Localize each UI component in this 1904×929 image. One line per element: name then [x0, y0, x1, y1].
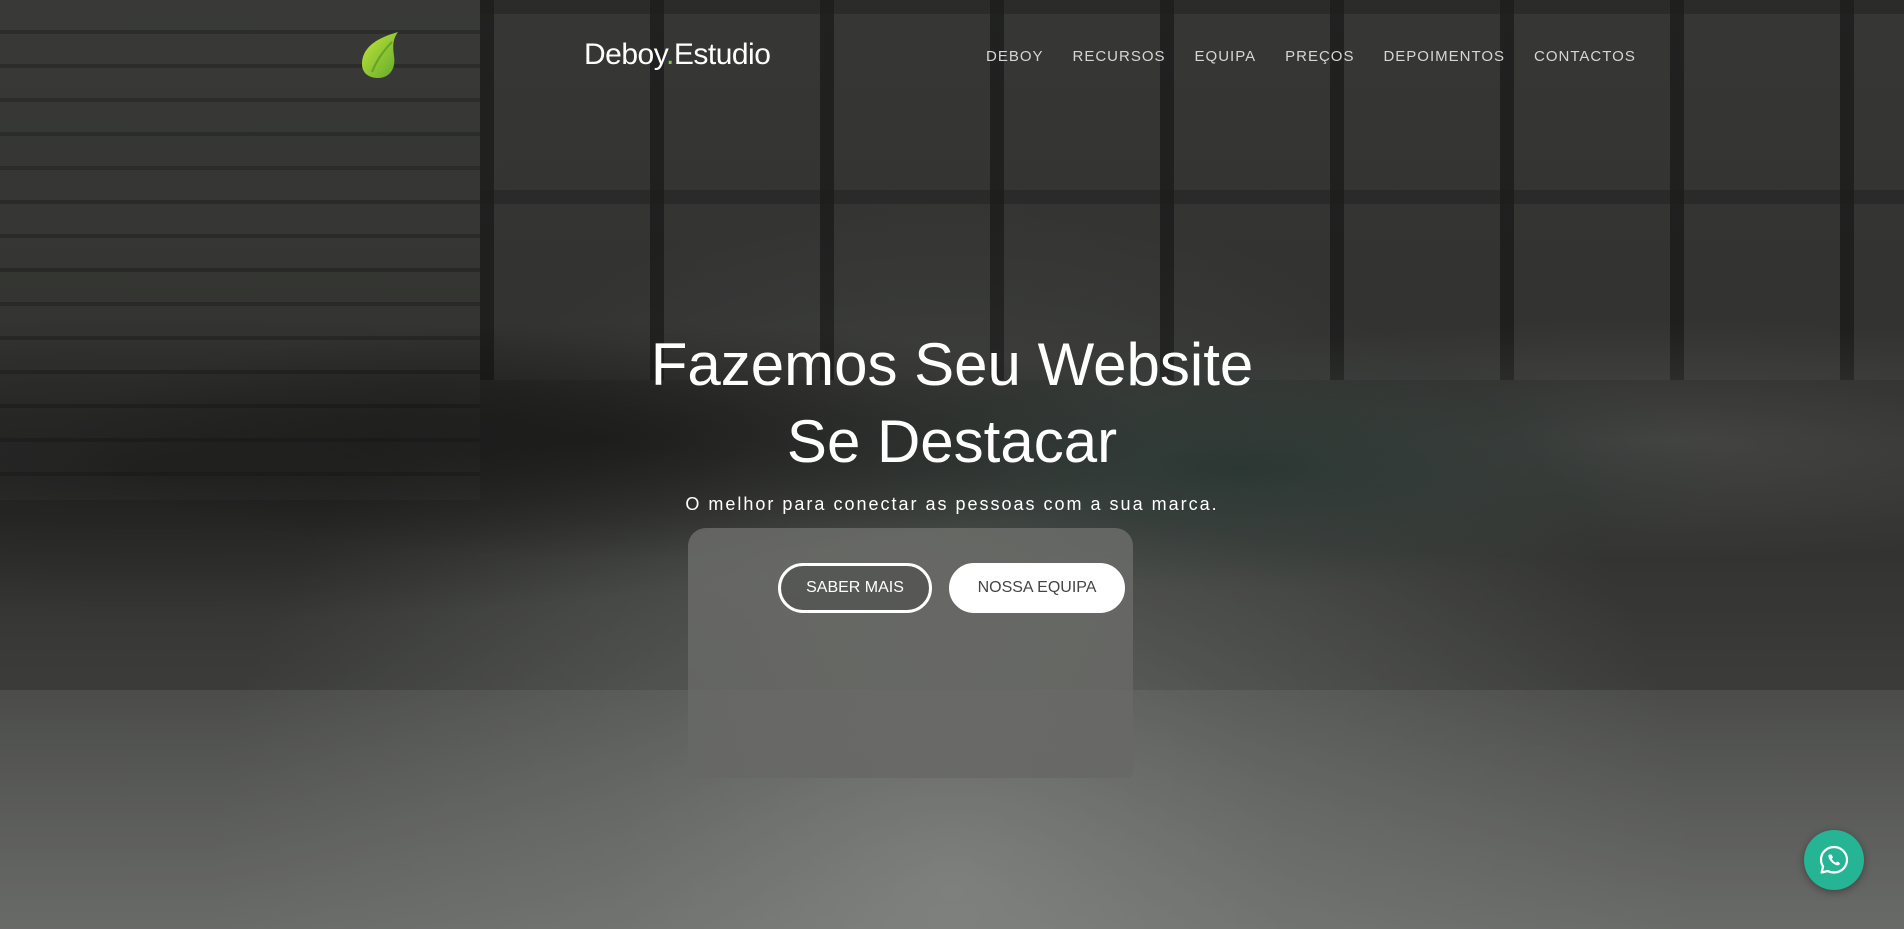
nav-item-equipa[interactable]: EQUIPA: [1195, 48, 1257, 65]
nav-item-recursos[interactable]: RECURSOS: [1073, 48, 1166, 65]
nav-item-depoimentos[interactable]: DEPOIMENTOS: [1383, 48, 1505, 65]
whatsapp-icon: [1819, 845, 1849, 874]
brand-logo[interactable]: Deboy.Estudio: [584, 38, 771, 72]
brand-dot: .: [666, 38, 674, 71]
hero-title: Fazemos Seu Website Se Destacar: [0, 326, 1904, 480]
nav-item-precos[interactable]: PREÇOS: [1285, 48, 1354, 65]
whatsapp-button[interactable]: [1804, 830, 1864, 890]
brand-name: Deboy: [584, 38, 667, 71]
nav-item-deboy[interactable]: DEBOY: [986, 48, 1044, 65]
hero-subtitle: O melhor para conectar as pessoas com a …: [685, 494, 1219, 514]
saber-mais-button[interactable]: SABER MAIS: [778, 563, 932, 613]
main-navigation: DEBOY RECURSOS EQUIPA PREÇOS DEPOIMENTOS…: [986, 48, 1665, 65]
leaf-logo-icon[interactable]: [358, 30, 400, 80]
hero-title-line1: Fazemos Seu Website: [650, 331, 1254, 398]
nav-item-contactos[interactable]: CONTACTOS: [1534, 48, 1636, 65]
brand-suffix: Estudio: [673, 38, 771, 71]
hero-title-line2: Se Destacar: [786, 408, 1118, 475]
nossa-equipa-button[interactable]: NOSSA EQUIPA: [949, 563, 1125, 613]
